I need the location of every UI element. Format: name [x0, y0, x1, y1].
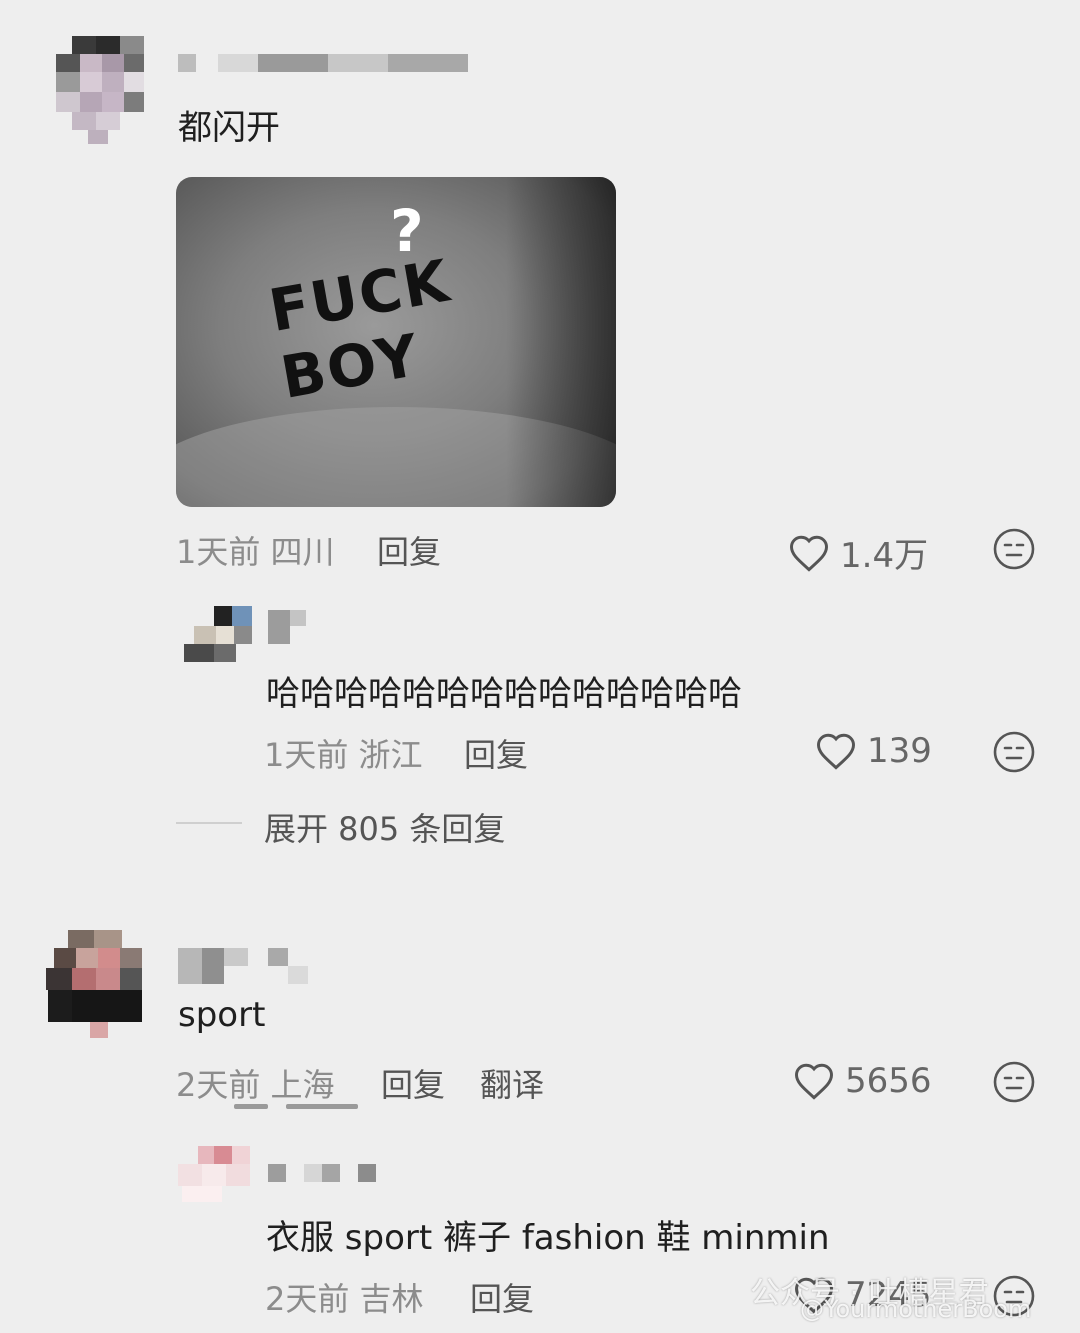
neutral-face-icon[interactable] [993, 528, 1035, 570]
reply-meta: 2天前 吉林 [265, 1280, 424, 1318]
neutral-face-icon[interactable] [993, 1061, 1035, 1103]
avatar[interactable] [48, 36, 144, 144]
avatar-pixel [80, 54, 102, 72]
avatar-pixel [124, 54, 144, 72]
avatar-pixel [72, 112, 96, 130]
heart-icon [817, 733, 855, 770]
comment-image[interactable]: ? FUCK BOY [176, 177, 616, 507]
avatar-pixel [124, 72, 144, 92]
username-redacted[interactable] [178, 54, 468, 72]
comment-meta: 2天前 上海 [176, 1066, 335, 1104]
heart-icon [795, 1063, 833, 1100]
avatar[interactable] [178, 1146, 250, 1202]
avatar-pixel [96, 112, 120, 130]
avatar-pixel [80, 72, 102, 92]
like-button[interactable]: 1.4万 [788, 528, 928, 577]
comment-text: 都闪开 [178, 108, 280, 148]
redaction-mark [234, 1104, 268, 1109]
avatar-pixel [102, 92, 124, 112]
reply-button[interactable]: 回复 [464, 730, 528, 776]
like-count: 1.4万 [840, 536, 929, 576]
like-button[interactable]: 139 [815, 731, 932, 771]
comment-meta: 1天前 四川 [176, 533, 335, 571]
translate-button[interactable]: 翻译 [480, 1060, 544, 1106]
avatar-pixel [96, 36, 120, 54]
avatar-pixel [124, 92, 144, 112]
avatar-pixel [120, 36, 144, 54]
reply-text: 衣服 sport 裤子 fashion 鞋 minmin [266, 1218, 830, 1258]
like-count: 5656 [845, 1061, 932, 1101]
avatar-pixel [56, 54, 80, 72]
username-redacted[interactable] [268, 610, 308, 644]
avatar-pixel [56, 72, 80, 92]
avatar-pixel [72, 36, 96, 54]
reply-meta: 1天前 浙江 [264, 736, 423, 774]
username-redacted[interactable] [268, 1164, 378, 1182]
avatar-pixel [80, 92, 102, 112]
redaction-mark [286, 1104, 358, 1109]
like-button[interactable]: 5656 [793, 1061, 932, 1101]
neutral-face-icon[interactable] [993, 731, 1035, 773]
avatar[interactable] [184, 606, 252, 662]
avatar-pixel [102, 54, 124, 72]
avatar-pixel [88, 130, 108, 144]
watermark-handle: @YourmotherBoom [800, 1295, 1032, 1323]
reply-text: 哈哈哈哈哈哈哈哈哈哈哈哈哈哈 [266, 674, 742, 714]
reply-button[interactable]: 回复 [470, 1274, 534, 1320]
expand-replies-button[interactable]: 展开 805 条回复 [264, 804, 505, 850]
heart-icon [790, 535, 828, 572]
comment-text: sport [178, 995, 266, 1035]
expand-divider [176, 822, 242, 824]
avatar[interactable] [44, 930, 144, 1040]
avatar-pixel [102, 72, 124, 92]
username-redacted[interactable] [178, 948, 308, 984]
reply-button[interactable]: 回复 [377, 527, 441, 573]
reply-button[interactable]: 回复 [381, 1060, 445, 1106]
avatar-pixel [56, 92, 80, 112]
like-count: 139 [867, 731, 932, 771]
